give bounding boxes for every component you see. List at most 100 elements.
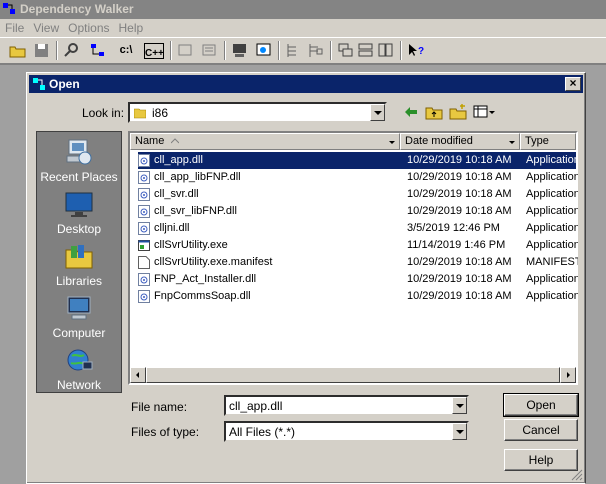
- chevron-down-icon[interactable]: [452, 423, 467, 440]
- column-header-date-modified[interactable]: Date modified: [400, 133, 520, 150]
- file-date-modified: 10/29/2019 10:18 AM: [407, 256, 512, 268]
- open-folder-icon[interactable]: [8, 41, 28, 60]
- file-name-combo[interactable]: cll_app.dll: [224, 395, 469, 416]
- view-menu-icon[interactable]: [473, 105, 495, 119]
- dialog-title-bar[interactable]: Open ×: [29, 75, 583, 93]
- file-type: Application: [526, 188, 578, 200]
- file-date-modified: 10/29/2019 10:18 AM: [407, 290, 512, 302]
- place-desktop[interactable]: Desktop: [37, 186, 121, 238]
- menu-options[interactable]: Options: [63, 19, 113, 37]
- file-name: cllSvrUtility.exe: [154, 239, 228, 251]
- file-name-label: File name:: [131, 400, 188, 414]
- file-name-cell: cll_app.dll: [138, 152, 396, 169]
- file-row[interactable]: cll_app.dll 10/29/2019 10:18 AM Applicatio…: [137, 151, 578, 170]
- file-type: Application: [526, 171, 578, 183]
- look-in-value: i86: [152, 106, 169, 120]
- file-name-cell: FNP_Act_Installer.dll: [138, 271, 396, 288]
- toolbar-separator: [278, 41, 280, 60]
- place-libraries[interactable]: Libraries: [37, 238, 121, 290]
- toolbar: c:\ C++ ?: [0, 37, 606, 63]
- file-name-cell: clljni.dll: [138, 220, 396, 237]
- network-icon: [67, 349, 93, 371]
- place-recent-places[interactable]: Recent Places: [37, 134, 121, 186]
- scroll-thumb[interactable]: [146, 367, 560, 383]
- undecorate-cpp-icon[interactable]: C++: [144, 43, 164, 59]
- files-of-type-combo[interactable]: All Files (*.*): [224, 421, 469, 442]
- resize-grip-icon[interactable]: [571, 469, 583, 481]
- places-bar: Recent Places Desktop Libraries Computer…: [36, 131, 122, 393]
- external-viewer-icon[interactable]: [254, 41, 274, 60]
- tile-vertical-icon[interactable]: [376, 41, 396, 60]
- file-type: Application: [526, 273, 578, 285]
- place-label: Libraries: [55, 274, 103, 288]
- file-type: Application: [526, 205, 578, 217]
- files-of-type-value: All Files (*.*): [229, 425, 296, 439]
- help-button[interactable]: Help: [504, 449, 578, 471]
- cancel-button[interactable]: Cancel: [504, 419, 578, 441]
- expand-all-icon[interactable]: [284, 41, 304, 60]
- file-row[interactable]: FnpCommsSoap.dll 10/29/2019 10:18 AM Appli…: [130, 288, 578, 305]
- module-tree-icon[interactable]: [88, 41, 108, 60]
- column-header-label: Type: [525, 135, 549, 147]
- chevron-left-icon: [136, 372, 139, 378]
- back-icon[interactable]: [403, 105, 419, 119]
- scroll-right-button[interactable]: [560, 367, 576, 383]
- find-icon[interactable]: [62, 41, 82, 60]
- context-help-icon[interactable]: ?: [406, 41, 426, 60]
- file-type: Application: [526, 222, 578, 234]
- scroll-left-button[interactable]: [130, 367, 146, 383]
- file-name: cll_app_libFNP.dll: [154, 171, 241, 183]
- file-row[interactable]: clljni.dll 3/5/2019 12:46 PM Application: [130, 220, 578, 237]
- properties-icon[interactable]: [200, 41, 220, 60]
- file-row[interactable]: cll_svr_libFNP.dll 10/29/2019 10:18 AM App…: [130, 203, 578, 220]
- file-row[interactable]: cllSvrUtility.exe 11/14/2019 1:46 PM Appli…: [130, 237, 578, 254]
- dialog-title: Open: [49, 77, 80, 91]
- menu-view[interactable]: View: [28, 19, 63, 37]
- column-header-name[interactable]: Name: [130, 133, 400, 150]
- menu-help[interactable]: Help: [114, 19, 148, 37]
- up-folder-icon[interactable]: [425, 104, 443, 120]
- chevron-down-icon[interactable]: [507, 137, 517, 147]
- close-button[interactable]: ×: [565, 77, 581, 91]
- recent-places-icon: [66, 139, 92, 165]
- file-row[interactable]: cll_svr.dll 10/29/2019 10:18 AM Applicatio…: [130, 186, 578, 203]
- tile-horizontal-icon[interactable]: [356, 41, 376, 60]
- chevron-down-icon[interactable]: [370, 104, 385, 121]
- menu-bar: File View Options Help: [0, 19, 606, 37]
- file-row[interactable]: cllSvrUtility.exe.manifest 10/29/2019 10:…: [130, 254, 578, 271]
- horizontal-scrollbar[interactable]: [130, 367, 576, 383]
- collapse-all-icon[interactable]: [306, 41, 326, 60]
- system-info-icon[interactable]: [230, 41, 250, 60]
- file-type: Application: [526, 154, 578, 166]
- chevron-down-icon[interactable]: [452, 397, 467, 414]
- new-folder-icon[interactable]: [449, 103, 467, 120]
- file-list[interactable]: Name Date modified Type cll_app.dll 10/29…: [128, 131, 578, 385]
- column-header-type[interactable]: Type: [520, 133, 576, 150]
- save-icon[interactable]: [32, 41, 52, 60]
- place-label: Computer: [52, 326, 106, 340]
- view-icon[interactable]: [176, 41, 196, 60]
- full-path-icon[interactable]: c:\: [116, 41, 136, 60]
- cascade-icon[interactable]: [336, 41, 356, 60]
- file-name: cll_app.dll: [154, 154, 203, 166]
- look-in-combo[interactable]: i86: [128, 102, 387, 123]
- toolbar-separator: [56, 41, 58, 60]
- file-name-cell: cll_svr.dll: [138, 186, 396, 203]
- file-row[interactable]: cll_app_libFNP.dll 10/29/2019 10:18 AM App…: [130, 169, 578, 186]
- open-button[interactable]: Open: [503, 393, 579, 417]
- place-computer[interactable]: Computer: [37, 290, 121, 342]
- file-date-modified: 11/14/2019 1:46 PM: [407, 239, 506, 251]
- menu-file[interactable]: File: [0, 19, 28, 37]
- file-name-cell: FnpCommsSoap.dll: [138, 288, 396, 305]
- chevron-down-icon[interactable]: [387, 137, 397, 147]
- open-dialog: Open × Look in: i86 Recent Places Deskto…: [26, 72, 586, 484]
- column-header-label: Date modified: [405, 135, 473, 147]
- svg-text:?: ?: [418, 46, 424, 57]
- app-title: Dependency Walker: [20, 2, 134, 16]
- place-network[interactable]: Network: [37, 342, 121, 394]
- file-name-cell: cllSvrUtility.exe: [138, 237, 396, 254]
- file-row[interactable]: FNP_Act_Installer.dll 10/29/2019 10:18 AM…: [130, 271, 578, 288]
- sort-ascending-icon: [171, 138, 179, 144]
- place-label: Desktop: [56, 222, 102, 236]
- toolbar-separator: [330, 41, 332, 60]
